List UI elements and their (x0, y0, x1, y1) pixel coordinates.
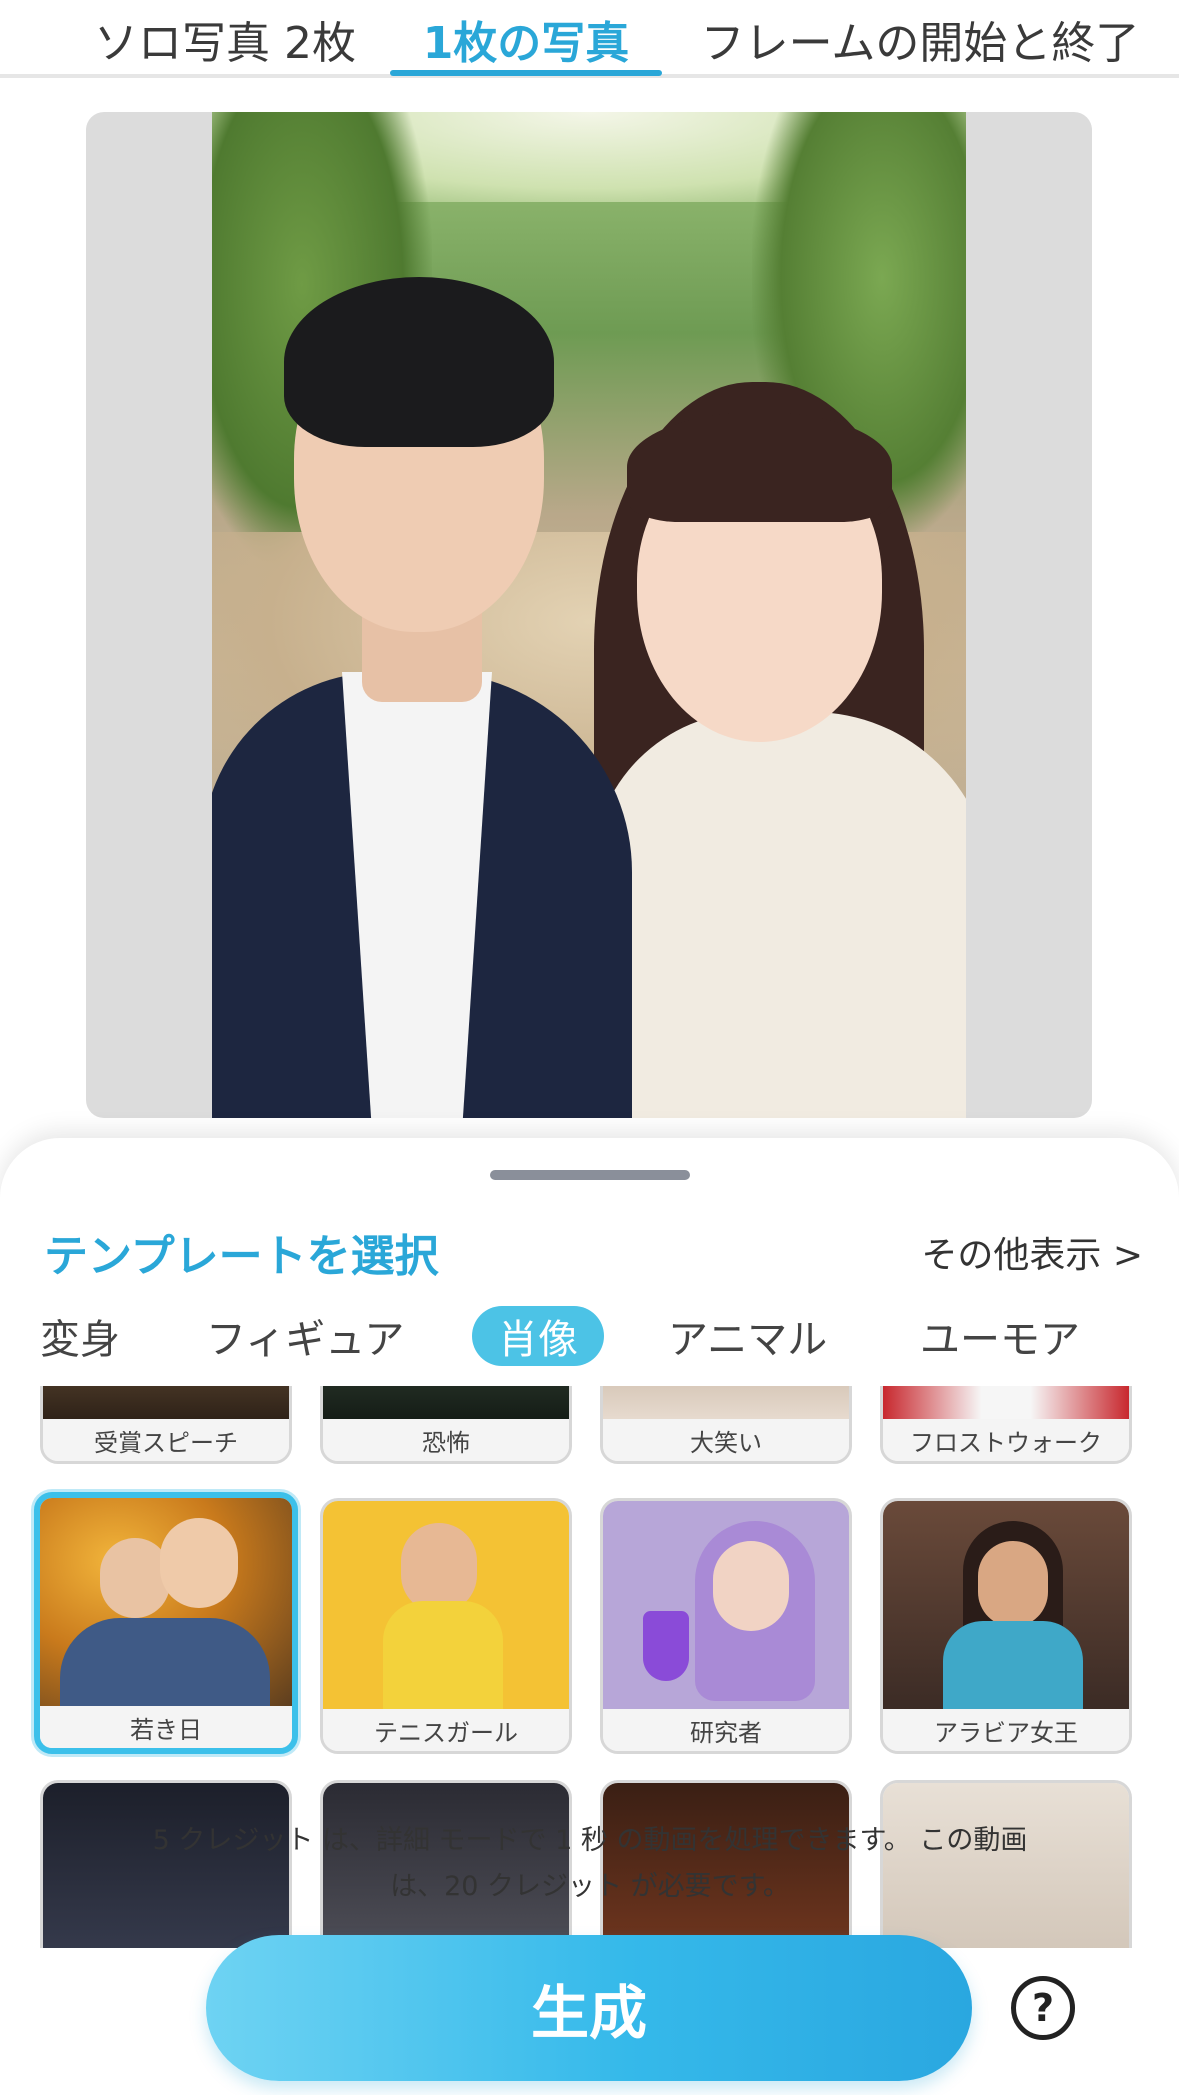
category-label: フィギュア (206, 1317, 405, 1363)
show-more-link[interactable]: その他表示 > (921, 1226, 1143, 1278)
template-label: 恐怖 (323, 1419, 569, 1461)
template-card[interactable]: フロストウォーク (880, 1386, 1132, 1464)
category-label: アニマル (668, 1317, 828, 1363)
template-label: 受賞スピーチ (43, 1419, 289, 1461)
photo-preview[interactable] (86, 112, 1092, 1118)
template-card[interactable]: 受賞スピーチ (40, 1386, 292, 1464)
tab-start-end-frame[interactable]: フレームの開始と終了 (690, 0, 1150, 78)
tab-label: フレームの開始と終了 (700, 18, 1140, 69)
category-label: 変身 (40, 1317, 120, 1363)
category-tab-animal[interactable]: アニマル (668, 1306, 827, 1366)
sheet-title: テンプレートを選択 (44, 1231, 439, 1282)
credit-info-line-1: 5 クレジット は、詳細 モードで 1 秒 の動画を処理できます。 この動画 (152, 1825, 1028, 1856)
category-tab-humor[interactable]: ユーモア (920, 1306, 1080, 1366)
tab-single-photo[interactable]: 1枚の写真 (390, 0, 662, 78)
active-tab-indicator (390, 70, 662, 76)
template-label: 大笑い (603, 1419, 849, 1461)
credit-info-text: 5 クレジット は、詳細 モードで 1 秒 の動画を処理できます。 この動画 は… (80, 1818, 1100, 1910)
category-label: 肖像 (498, 1317, 578, 1363)
help-icon[interactable]: ? (1011, 1976, 1075, 2040)
template-label: 若き日 (40, 1706, 292, 1748)
category-tab-transform[interactable]: 変身 (40, 1306, 120, 1366)
credit-info-line-2: は、20 クレジット が必要です。 (390, 1871, 790, 1902)
category-label: ユーモア (920, 1317, 1080, 1363)
template-card[interactable]: 研究者 (600, 1498, 852, 1754)
tab-label: 1枚の写真 (422, 18, 630, 69)
category-tab-figure[interactable]: フィギュア (206, 1306, 404, 1366)
template-label: テニスガール (323, 1709, 569, 1751)
template-card[interactable]: アラビア女王 (880, 1498, 1132, 1754)
sheet-drag-handle[interactable] (490, 1170, 690, 1180)
template-card[interactable]: 大笑い (600, 1386, 852, 1464)
mode-tabs: ソロ写真 2枚 1枚の写真 フレームの開始と終了 (0, 0, 1179, 78)
tab-label: ソロ写真 2枚 (94, 18, 356, 69)
category-tab-portrait[interactable]: 肖像 (472, 1306, 604, 1366)
template-card[interactable]: テニスガール (320, 1498, 572, 1754)
tab-solo-two-photos[interactable]: ソロ写真 2枚 (60, 0, 390, 78)
template-card-selected[interactable]: 若き日 (34, 1492, 298, 1754)
generate-button[interactable]: 生成 (206, 1935, 972, 2081)
template-card[interactable]: 恐怖 (320, 1386, 572, 1464)
template-label: アラビア女王 (883, 1709, 1129, 1751)
template-label: フロストウォーク (883, 1419, 1129, 1461)
template-label: 研究者 (603, 1709, 849, 1751)
uploaded-photo (212, 112, 966, 1118)
